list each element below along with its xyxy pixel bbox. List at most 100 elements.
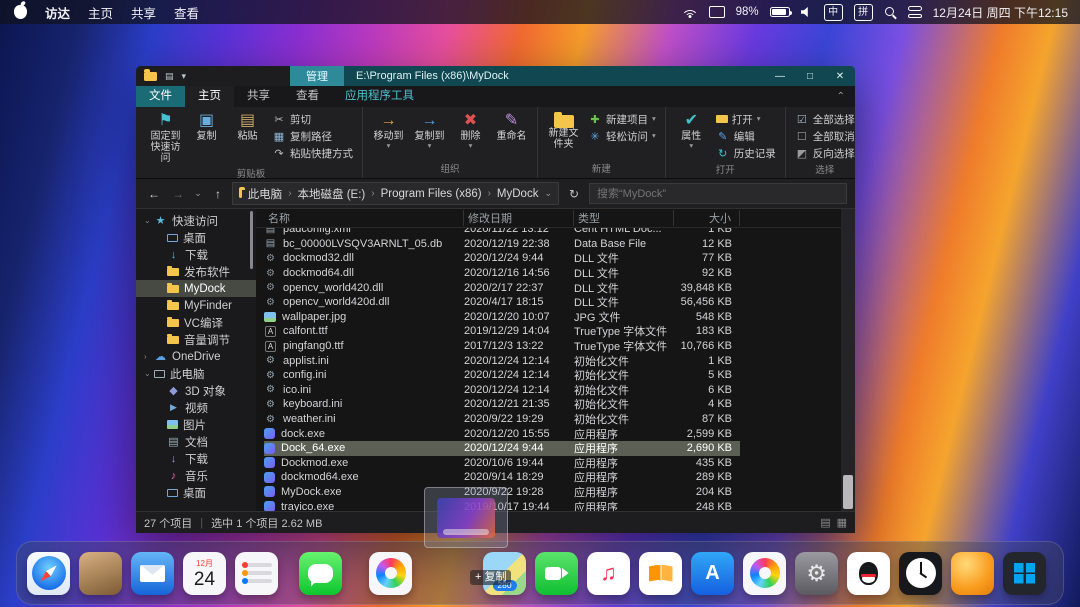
minimize-button[interactable]: — [765,66,795,86]
ime-badge-zhong[interactable]: 中 [823,3,843,21]
ribbon-button-pin[interactable]: 固定到快速访问 [146,110,185,165]
file-row[interactable]: calfont.ttf2019/12/29 14:04TrueType 字体文件… [264,324,740,339]
sidebar-item-音乐[interactable]: 音乐 [136,467,256,484]
ribbon-tab[interactable]: 主页 [185,86,234,107]
dock-safari-icon[interactable] [27,551,70,595]
sidebar-item-OneDrive[interactable]: ›OneDrive [136,348,256,365]
breadcrumb-item[interactable]: MyDock [497,188,539,200]
file-row[interactable]: pingfang0.ttf2017/12/3 13:22TrueType 字体文… [264,339,740,354]
sidebar-scrollbar[interactable] [250,211,253,269]
ribbon-button-move[interactable]: 移动到▾ [369,110,408,160]
dock-music-icon[interactable]: ♫ [587,551,630,595]
sidebar-item-MyFinder[interactable]: MyFinder [136,297,256,314]
dock-brown-app-icon[interactable] [79,551,122,595]
dock-clock-icon[interactable] [899,551,942,595]
ribbon-button-copyto[interactable]: 复制到▾ [410,110,449,160]
ribbon-tab[interactable]: 共享 [234,86,283,107]
sidebar-item-MyDock[interactable]: MyDock [136,280,256,297]
sidebar-item-音量调节[interactable]: 音量调节 [136,331,256,348]
ribbon-tab-manage[interactable]: 管理 [290,66,344,86]
column-header[interactable]: 修改日期 [464,210,574,226]
file-row[interactable]: bc_00000LVSQV3ARNLT_05.db2020/12/19 22:3… [264,237,740,252]
ribbon-button-rename[interactable]: 重命名 [492,110,531,160]
ribbon-collapse-icon[interactable]: ⌃ [837,86,855,107]
menu-item-2[interactable]: 主页 [88,3,113,22]
menu-bar-clock[interactable]: 12月24日 周四 下午12:15 [933,4,1068,21]
battery-icon[interactable] [769,7,793,17]
search-icon[interactable] [884,6,897,19]
column-header[interactable]: 名称 [264,210,464,226]
column-header[interactable]: 大小 [674,210,740,226]
ribbon-button-selectnone[interactable]: 全部取消 [792,128,855,144]
sidebar-item-桌面[interactable]: 桌面 [136,484,256,501]
details-view-icon[interactable]: ▤ [820,516,830,529]
sidebar-item-快速访问[interactable]: ⌄快速访问 [136,212,256,229]
dock-books-icon[interactable] [639,551,682,595]
ribbon-button-invert[interactable]: 反向选择 [792,145,855,161]
sidebar-item-视频[interactable]: 视频 [136,399,256,416]
ribbon-tab[interactable]: 应用程序工具 [332,86,427,107]
dock-pinwheel-app-icon[interactable] [743,551,786,595]
volume-icon[interactable] [800,6,808,18]
file-row[interactable]: opencv_world420d.dll2020/4/17 18:15DLL 文… [264,295,740,310]
apple-menu-icon[interactable] [14,5,27,19]
display-icon[interactable] [708,6,725,18]
dock-orange-app-icon[interactable] [951,551,994,595]
file-row[interactable]: opencv_world420.dll2020/2/17 22:37DLL 文件… [264,280,740,295]
breadcrumb-item[interactable]: Program Files (x86) [381,188,482,200]
ribbon-button-access[interactable]: 轻松访问▾ [585,128,659,144]
ribbon-button-open[interactable]: 打开 ▾ [713,111,779,127]
ribbon-button-copy[interactable]: 复制 [187,110,226,165]
file-row[interactable]: wallpaper.jpg 2020/12/20 10:07 JPG 文件 548 K… [264,310,740,325]
file-row[interactable]: dockmod64.exe 2020/9/14 18:29 应用程序 289 KB [264,470,740,485]
sidebar-item-下载[interactable]: 下载 [136,246,256,263]
ribbon-button-newfolder[interactable]: 新建文件夹 [544,110,583,160]
file-row[interactable]: padconfig.xml2020/11/22 13:12Cent HTML D… [264,228,740,237]
sidebar-item-下载[interactable]: 下载 [136,450,256,467]
menu-item-4[interactable]: 查看 [174,3,199,22]
ime-badge-pin[interactable]: 拼 [853,3,873,21]
refresh-button[interactable]: ↻ [563,187,585,201]
title-bar[interactable]: ▤ ▾ 管理 E:\Program Files (x86)\MyDock — □… [136,66,855,86]
qat-properties-icon[interactable]: ▤ [165,71,174,82]
file-row[interactable]: Dockmod.exe 2020/10/6 19:44 应用程序 435 KB [264,456,740,471]
dock-windows-icon[interactable] [1003,551,1046,595]
forward-button[interactable]: → [168,187,188,201]
dock-qq-icon[interactable] [847,551,890,595]
sidebar-item-此电脑[interactable]: ⌄ 此电脑 [136,365,256,382]
breadcrumb-item[interactable]: 本地磁盘 (E:) [298,186,366,202]
back-button[interactable]: ← [144,187,164,201]
ribbon-button-cut[interactable]: 剪切 [269,111,356,127]
menu-item-3[interactable]: 共享 [131,3,156,22]
explorer-folder-icon[interactable] [144,69,157,81]
close-button[interactable]: ✕ [825,66,855,86]
ribbon-button-history[interactable]: 历史记录 [713,145,779,161]
file-row[interactable]: dockmod32.dll2020/12/24 9:44DLL 文件77 KB [264,251,740,266]
dock-mail-icon[interactable] [131,551,174,595]
sidebar-item-发布软件[interactable]: 发布软件 [136,263,256,280]
control-center-icon[interactable] [907,6,922,18]
dock-photos-icon[interactable] [369,551,412,595]
sidebar-item-VC编译[interactable]: VC编译 [136,314,256,331]
search-input[interactable] [589,183,847,204]
dock-facetime-icon[interactable] [535,551,578,595]
sidebar-item-3D 对象[interactable]: 3D 对象 [136,382,256,399]
dock-messages-icon[interactable] [299,551,342,595]
file-row[interactable]: keyboard.ini2020/12/21 21:35初始化文件4 KB [264,397,740,412]
scrollbar-thumb[interactable] [843,475,853,509]
file-row[interactable]: config.ini2020/12/24 12:14初始化文件5 KB [264,368,740,383]
file-row[interactable]: Dock_64.exe 2020/12/24 9:44 应用程序 2,690 KB [264,440,740,456]
menu-item-1[interactable]: 访达 [45,3,70,22]
breadcrumb[interactable]: 此电脑 › 本地磁盘 (E:) › Program Files (x86) › MyDock… [232,182,559,205]
maximize-button[interactable]: □ [795,66,825,86]
column-header[interactable]: 类型 [574,210,674,226]
thumbnail-view-icon[interactable]: ▦ [837,516,847,529]
dock-settings-icon[interactable]: ⚙ [795,551,838,595]
ribbon-button-delete[interactable]: 删除▾ [451,110,490,160]
sidebar-item-桌面[interactable]: 桌面 [136,229,256,246]
file-row[interactable]: applist.ini2020/12/24 12:14初始化文件1 KB [264,353,740,368]
ribbon-button-path[interactable]: 复制路径 [269,128,356,144]
sidebar-item-文档[interactable]: 文档 [136,433,256,450]
file-row[interactable]: dock.exe 2020/12/20 15:55 应用程序 2,599 KB [264,426,740,441]
ribbon-button-shortcut[interactable]: 粘贴快捷方式 [269,145,356,161]
